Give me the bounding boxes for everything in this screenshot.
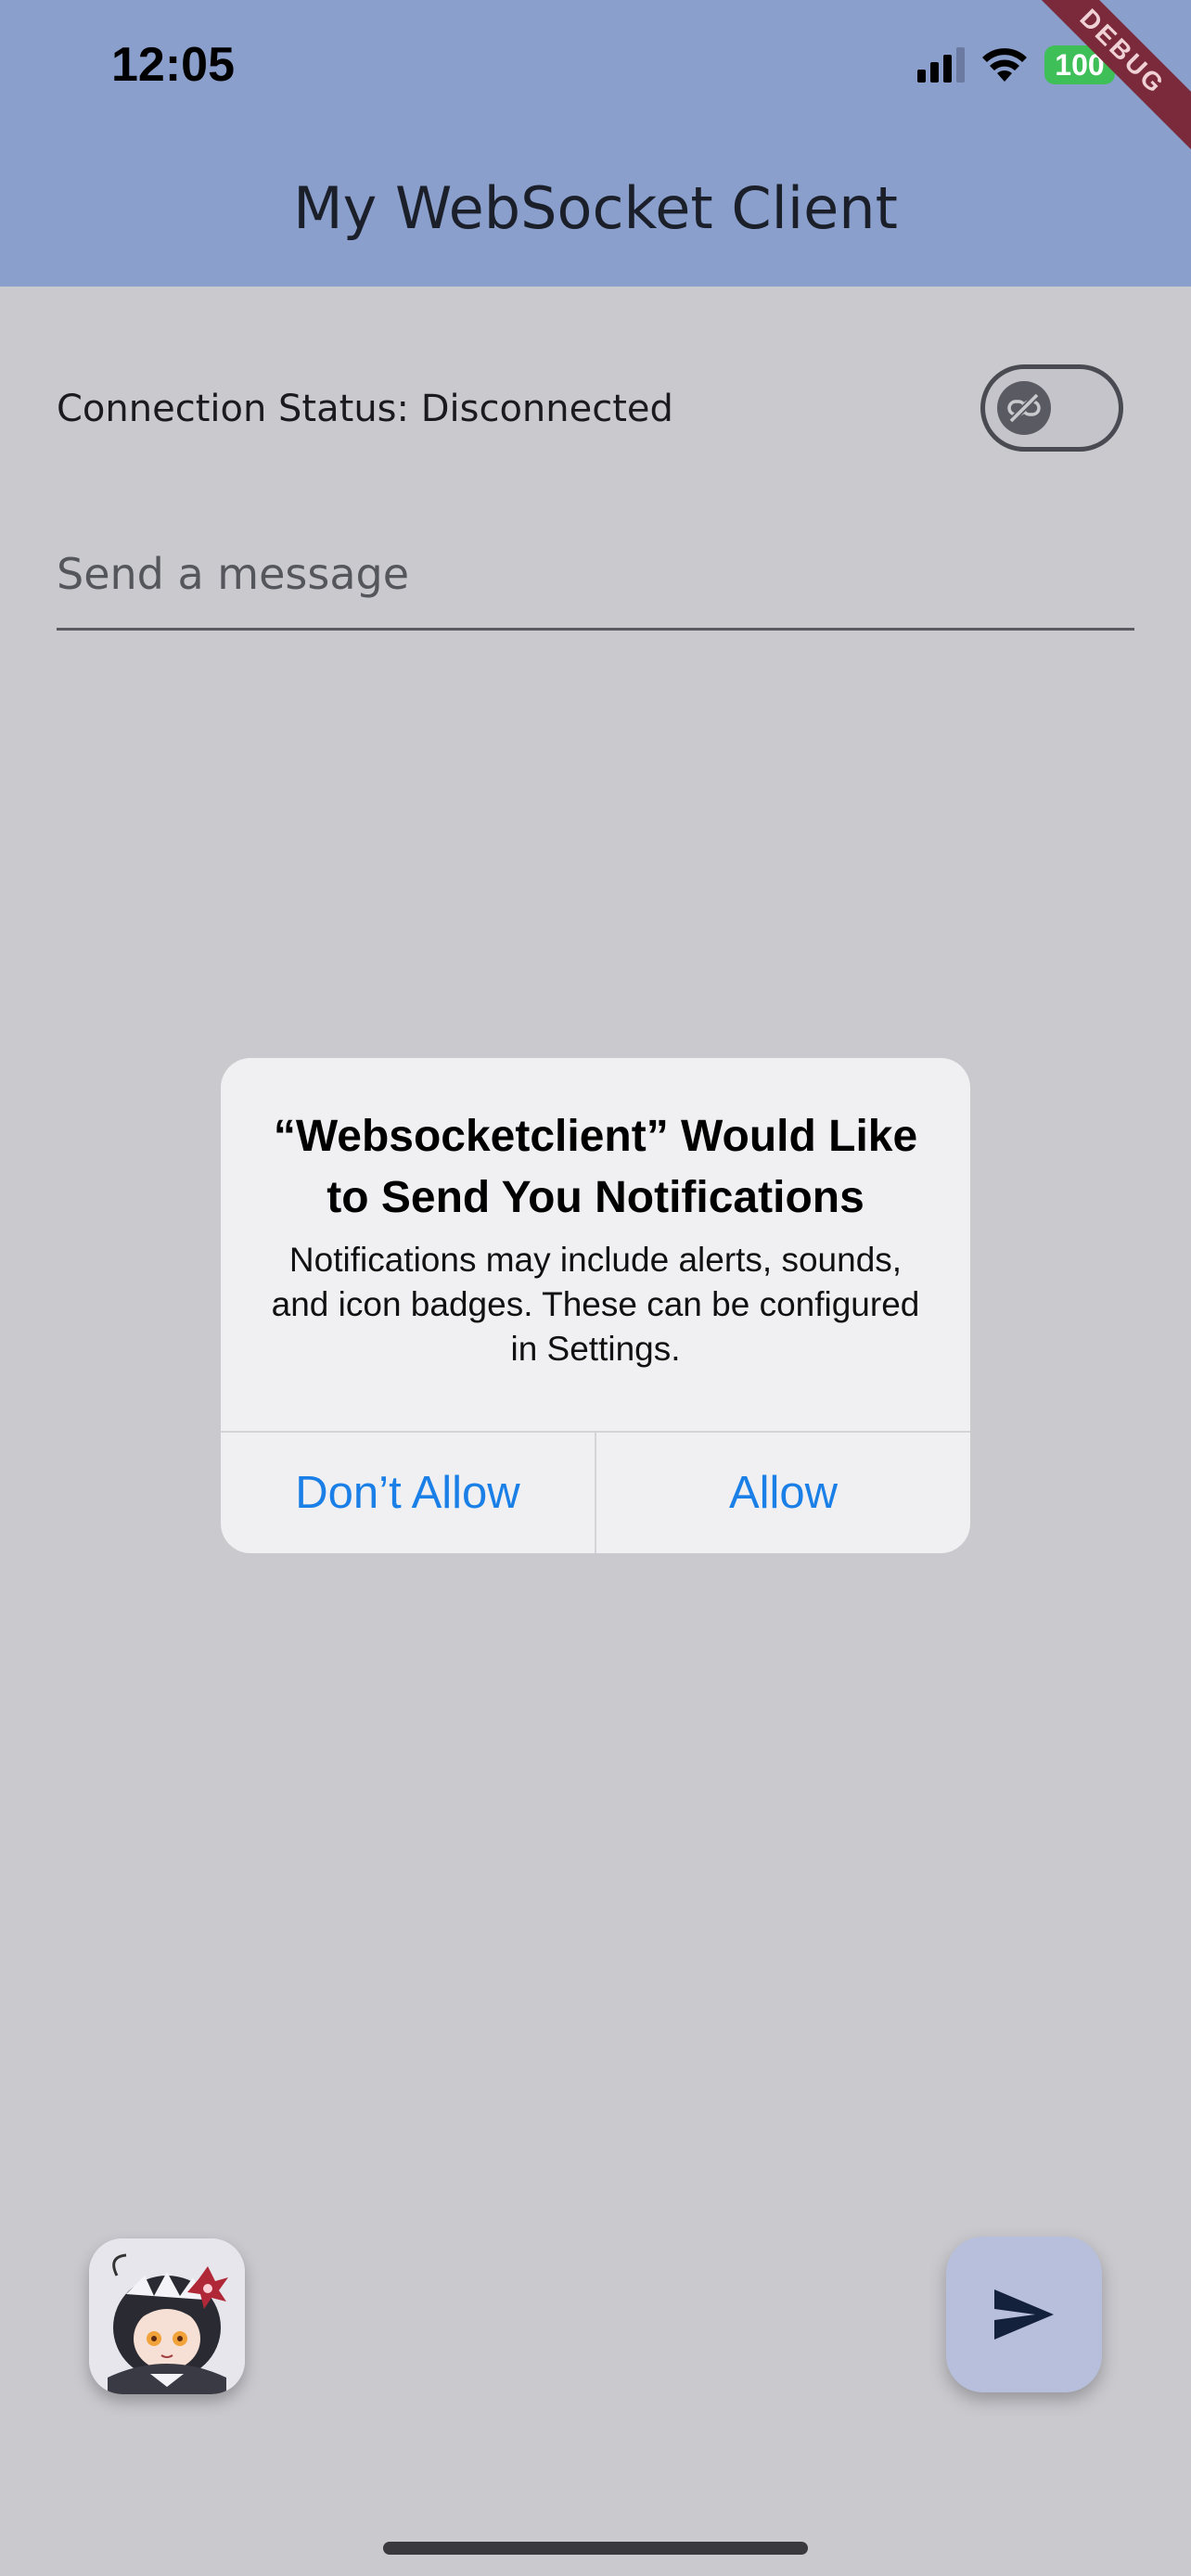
dont-allow-button[interactable]: Don’t Allow (221, 1433, 596, 1553)
send-button[interactable] (946, 2237, 1102, 2392)
app-bar: 12:05 100 DEBUG My WebSocket Client (0, 0, 1191, 287)
allow-button[interactable]: Allow (596, 1433, 970, 1553)
page-title: My WebSocket Client (293, 174, 898, 242)
alert-buttons: Don’t Allow Allow (221, 1431, 970, 1553)
signal-icon (917, 47, 965, 83)
status-time: 12:05 (111, 38, 235, 92)
toggle-knob (997, 381, 1051, 435)
avatar[interactable] (89, 2238, 245, 2394)
home-indicator[interactable] (383, 2542, 808, 2555)
anime-avatar-icon (89, 2238, 245, 2394)
link-off-icon (1007, 392, 1041, 424)
connection-status-row: Connection Status: Disconnected (57, 388, 673, 430)
connection-status-label: Connection Status: Disconnected (57, 388, 673, 430)
message-input[interactable] (57, 519, 1134, 631)
alert-message: Notifications may include alerts, sounds… (271, 1241, 920, 1368)
alert-title: “Websocketclient” Would Like to Send You… (273, 1112, 918, 1222)
send-icon (994, 2289, 1054, 2340)
wifi-icon (982, 48, 1027, 82)
notification-permission-alert: “Websocketclient” Would Like to Send You… (221, 1058, 970, 1553)
connection-toggle[interactable] (980, 364, 1123, 452)
status-icons: 100 (917, 43, 1115, 87)
